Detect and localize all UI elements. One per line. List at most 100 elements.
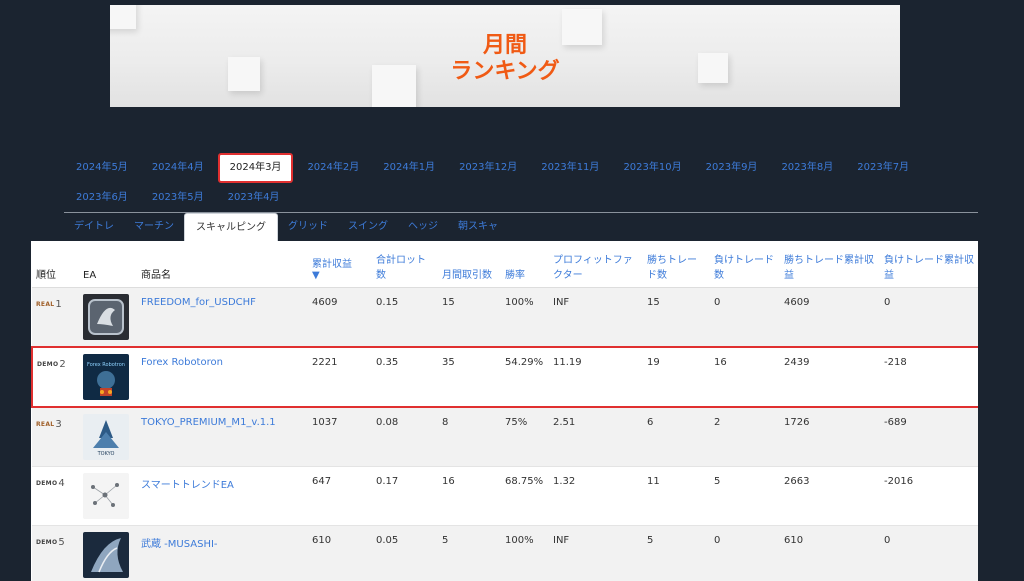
cell-loss-trades: 0 bbox=[710, 288, 780, 348]
cell-win-cumulative: 1726 bbox=[780, 407, 880, 467]
rank-number: 5 bbox=[58, 537, 64, 548]
header-win-cumulative[interactable]: 勝ちトレード累計収益 bbox=[780, 241, 880, 288]
product-link[interactable]: FREEDOM_for_USDCHF bbox=[141, 297, 256, 308]
cell-product: 武蔵 -MUSASHI- bbox=[137, 526, 308, 581]
product-link[interactable]: TOKYO_PREMIUM_M1_v.1.1 bbox=[141, 417, 276, 428]
cell-ea bbox=[79, 288, 137, 348]
header-rank: 順位 bbox=[32, 241, 79, 288]
month-tab[interactable]: 2024年1月 bbox=[371, 153, 447, 183]
cell-loss-cumulative: -2016 bbox=[880, 467, 978, 526]
cell-total-lots: 0.08 bbox=[372, 407, 438, 467]
month-tab[interactable]: 2023年9月 bbox=[694, 153, 770, 183]
network-logo-icon[interactable] bbox=[83, 473, 129, 519]
cell-loss-trades: 2 bbox=[710, 407, 780, 467]
cell-product: Forex Robotoron bbox=[137, 347, 308, 407]
account-type-badge: REAL bbox=[36, 301, 54, 308]
cell-win-cumulative: 610 bbox=[780, 526, 880, 581]
cell-win-trades: 6 bbox=[643, 407, 710, 467]
cell-product: TOKYO_PREMIUM_M1_v.1.1 bbox=[137, 407, 308, 467]
header-profit-factor[interactable]: プロフィットファクター bbox=[549, 241, 643, 288]
cell-rank: DEMO5 bbox=[32, 526, 79, 581]
table-row: REAL1FREEDOM_for_USDCHF46090.1515100%INF… bbox=[32, 288, 978, 348]
cell-profit-factor: INF bbox=[549, 288, 643, 348]
account-type-badge: DEMO bbox=[36, 539, 57, 546]
freedom-logo-icon[interactable] bbox=[83, 294, 129, 340]
cell-ea: Forex Robotron bbox=[79, 347, 137, 407]
rank-number: 4 bbox=[58, 478, 64, 489]
header-monthly-trades[interactable]: 月間取引数 bbox=[438, 241, 501, 288]
header-cumulative-profit-label: 累計収益 bbox=[312, 259, 352, 270]
table-row: REAL3TOKYOTOKYO_PREMIUM_M1_v.1.110370.08… bbox=[32, 407, 978, 467]
month-tab[interactable]: 2023年10月 bbox=[611, 153, 693, 183]
cell-product: FREEDOM_for_USDCHF bbox=[137, 288, 308, 348]
month-tab[interactable]: 2024年2月 bbox=[295, 153, 371, 183]
cell-loss-trades: 16 bbox=[710, 347, 780, 407]
account-type-badge: DEMO bbox=[37, 361, 58, 368]
cell-profit-factor: 11.19 bbox=[549, 347, 643, 407]
cell-monthly-trades: 15 bbox=[438, 288, 501, 348]
robot-logo-icon[interactable]: Forex Robotron bbox=[83, 354, 129, 400]
cell-win-trades: 15 bbox=[643, 288, 710, 348]
tokyo-logo-icon[interactable]: TOKYO bbox=[83, 414, 129, 460]
banner-cube-decoration bbox=[110, 5, 136, 29]
ranking-table-container: 順位 EA 商品名 累計収益 ▼ 合計ロット数 月間取引数 勝率 プロフィットフ… bbox=[31, 241, 978, 581]
style-tab[interactable]: スイング bbox=[338, 213, 398, 241]
product-link[interactable]: 武蔵 -MUSASHI- bbox=[141, 539, 218, 550]
banner-title-line2: ランキング bbox=[110, 59, 900, 85]
cell-win-trades: 11 bbox=[643, 467, 710, 526]
header-total-lots[interactable]: 合計ロット数 bbox=[372, 241, 438, 288]
header-loss-trades[interactable]: 負けトレード数 bbox=[710, 241, 780, 288]
cell-rank: REAL1 bbox=[32, 288, 79, 348]
style-tab[interactable]: マーチン bbox=[124, 213, 184, 241]
month-tab[interactable]: 2023年8月 bbox=[769, 153, 845, 183]
style-tab[interactable]: 朝スキャ bbox=[448, 213, 508, 241]
style-tab[interactable]: ヘッジ bbox=[398, 213, 448, 241]
cell-ea: TOKYO bbox=[79, 407, 137, 467]
month-tab[interactable]: 2024年3月 bbox=[218, 153, 294, 183]
cell-win-rate: 68.75% bbox=[501, 467, 549, 526]
ranking-table: 順位 EA 商品名 累計収益 ▼ 合計ロット数 月間取引数 勝率 プロフィットフ… bbox=[31, 241, 978, 581]
banner-title: 月間 ランキング bbox=[110, 33, 900, 85]
cell-loss-cumulative: 0 bbox=[880, 288, 978, 348]
table-row: DEMO4スマートトレンドEA6470.171668.75%1.32115266… bbox=[32, 467, 978, 526]
month-tab[interactable]: 2023年11月 bbox=[529, 153, 611, 183]
style-tab[interactable]: グリッド bbox=[278, 213, 338, 241]
header-loss-cumulative[interactable]: 負けトレード累計収益 bbox=[880, 241, 978, 288]
svg-text:Forex Robotron: Forex Robotron bbox=[87, 362, 125, 368]
cell-cumulative-profit: 2221 bbox=[308, 347, 372, 407]
cell-cumulative-profit: 4609 bbox=[308, 288, 372, 348]
cell-rank: DEMO4 bbox=[32, 467, 79, 526]
sort-desc-icon[interactable]: ▼ bbox=[312, 270, 320, 281]
month-tab[interactable]: 2023年7月 bbox=[845, 153, 921, 183]
cell-total-lots: 0.15 bbox=[372, 288, 438, 348]
cell-loss-trades: 5 bbox=[710, 467, 780, 526]
svg-text:TOKYO: TOKYO bbox=[97, 451, 115, 457]
cell-win-trades: 19 bbox=[643, 347, 710, 407]
cell-monthly-trades: 35 bbox=[438, 347, 501, 407]
header-cumulative-profit[interactable]: 累計収益 ▼ bbox=[308, 241, 372, 288]
month-tab[interactable]: 2023年6月 bbox=[64, 183, 140, 213]
cell-cumulative-profit: 610 bbox=[308, 526, 372, 581]
style-tab[interactable]: スキャルピング bbox=[184, 213, 278, 242]
samurai-logo-icon[interactable] bbox=[83, 532, 129, 578]
header-win-rate[interactable]: 勝率 bbox=[501, 241, 549, 288]
banner-title-line1: 月間 bbox=[110, 33, 900, 59]
product-link[interactable]: Forex Robotoron bbox=[141, 357, 223, 368]
rank-number: 1 bbox=[55, 299, 61, 310]
month-tab[interactable]: 2023年4月 bbox=[216, 183, 292, 213]
cell-profit-factor: 2.51 bbox=[549, 407, 643, 467]
rank-number: 2 bbox=[59, 359, 65, 370]
trade-style-tab-bar: デイトレマーチンスキャルピンググリッドスイングヘッジ朝スキャ bbox=[64, 212, 978, 242]
month-tab[interactable]: 2024年4月 bbox=[140, 153, 216, 183]
cell-win-rate: 100% bbox=[501, 526, 549, 581]
cell-ea bbox=[79, 467, 137, 526]
cell-monthly-trades: 8 bbox=[438, 407, 501, 467]
month-tab[interactable]: 2023年5月 bbox=[140, 183, 216, 213]
month-tab[interactable]: 2024年5月 bbox=[64, 153, 140, 183]
header-win-trades[interactable]: 勝ちトレード数 bbox=[643, 241, 710, 288]
product-link[interactable]: スマートトレンドEA bbox=[141, 480, 234, 491]
cell-win-rate: 100% bbox=[501, 288, 549, 348]
month-tab[interactable]: 2023年12月 bbox=[447, 153, 529, 183]
style-tab[interactable]: デイトレ bbox=[64, 213, 124, 241]
cell-win-cumulative: 2439 bbox=[780, 347, 880, 407]
